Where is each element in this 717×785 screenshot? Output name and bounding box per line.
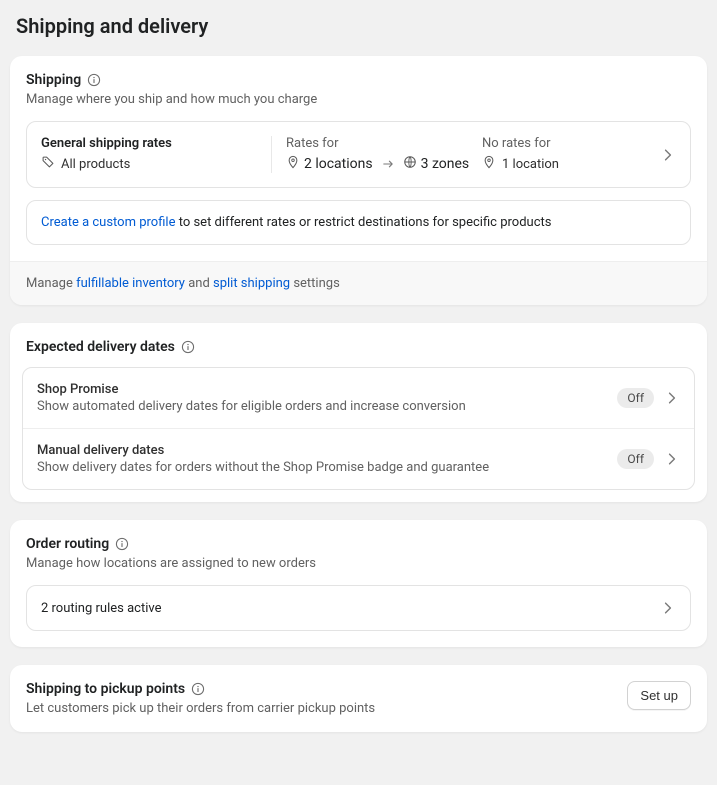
chevron-right-icon [652, 147, 676, 163]
general-rates-title: General shipping rates [41, 136, 261, 151]
shipping-desc: Manage where you ship and how much you c… [26, 92, 691, 107]
footer-pre: Manage [26, 276, 76, 291]
chevron-right-icon [664, 390, 680, 406]
rates-zones-count: 3 zones [421, 156, 470, 172]
create-custom-profile-link[interactable]: Create a custom profile [41, 215, 175, 230]
info-icon[interactable] [87, 73, 101, 87]
shipping-card: Shipping Manage where you ship and how m… [10, 56, 707, 305]
routing-card: Order routing Manage how locations are a… [10, 520, 707, 647]
rates-for-label: Rates for [286, 136, 474, 151]
delivery-card: Expected delivery dates Shop Promise Sho… [10, 323, 707, 502]
shipping-title: Shipping [26, 72, 81, 88]
manual-dates-row[interactable]: Manual delivery dates Show delivery date… [23, 428, 694, 489]
pickup-title: Shipping to pickup points [26, 681, 185, 697]
status-badge: Off [617, 449, 654, 469]
shop-promise-title: Shop Promise [37, 382, 617, 397]
custom-profile-box: Create a custom profile to set different… [26, 200, 691, 245]
routing-summary: 2 routing rules active [41, 601, 660, 616]
location-pin-icon [482, 155, 496, 173]
setup-button[interactable]: Set up [627, 681, 691, 710]
info-icon[interactable] [115, 537, 129, 551]
arrow-right-icon [381, 157, 395, 171]
tag-icon [41, 155, 55, 173]
pickup-desc: Let customers pick up their orders from … [26, 701, 375, 716]
footer-post: settings [290, 276, 340, 291]
routing-desc: Manage how locations are assigned to new… [26, 556, 691, 571]
pickup-card: Shipping to pickup points Let customers … [10, 665, 707, 732]
delivery-title: Expected delivery dates [26, 339, 175, 355]
no-rates-locations-count: 1 location [502, 157, 559, 172]
info-icon[interactable] [181, 340, 195, 354]
chevron-right-icon [664, 451, 680, 467]
split-shipping-link[interactable]: split shipping [213, 276, 290, 291]
globe-icon [403, 155, 417, 173]
fulfillable-inventory-link[interactable]: fulfillable inventory [76, 276, 185, 291]
rates-locations-count: 2 locations [304, 156, 373, 172]
manual-dates-title: Manual delivery dates [37, 443, 617, 458]
custom-profile-suffix: to set different rates or restrict desti… [175, 215, 551, 230]
shop-promise-desc: Show automated delivery dates for eligib… [37, 399, 617, 414]
general-rates-scope: All products [61, 157, 130, 172]
routing-rules-row[interactable]: 2 routing rules active [26, 585, 691, 631]
shop-promise-row[interactable]: Shop Promise Show automated delivery dat… [23, 368, 694, 428]
chevron-right-icon [660, 600, 676, 616]
shipping-footer: Manage fulfillable inventory and split s… [10, 261, 707, 305]
no-rates-label: No rates for [482, 136, 652, 151]
shipping-rates-row[interactable]: General shipping rates All products Rate… [26, 121, 691, 188]
page-title: Shipping and delivery [16, 14, 701, 38]
routing-title: Order routing [26, 536, 109, 552]
location-pin-icon [286, 155, 300, 173]
info-icon[interactable] [191, 682, 205, 696]
footer-mid: and [185, 276, 213, 291]
status-badge: Off [617, 388, 654, 408]
manual-dates-desc: Show delivery dates for orders without t… [37, 460, 617, 475]
